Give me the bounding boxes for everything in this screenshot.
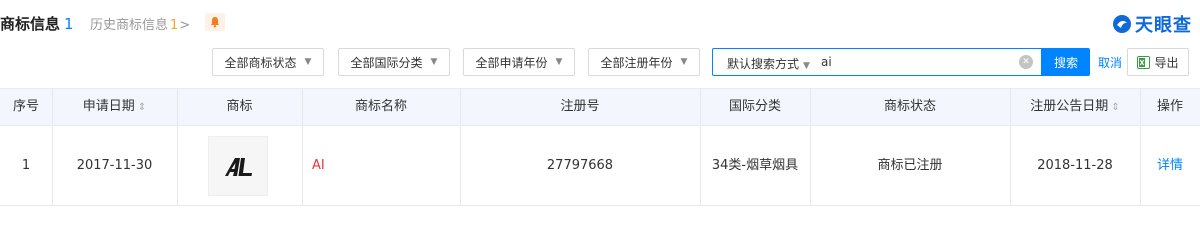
logo-mark-icon <box>1113 15 1131 33</box>
status-filter-dropdown[interactable]: 全部商标状态 ▼ <box>212 48 324 76</box>
history-arrow: > <box>179 18 191 33</box>
col-announce-date-label: 注册公告日期 <box>1030 99 1109 114</box>
logo-text: 天眼查 <box>1135 15 1192 36</box>
sort-icon: ⇕ <box>1111 102 1120 113</box>
col-reg-no: 注册号 <box>560 99 600 114</box>
export-button[interactable]: 导出 <box>1127 48 1189 76</box>
header: 商标信息 1 历史商标信息 1> 天眼查 <box>0 0 1200 44</box>
col-name: 商标名称 <box>354 99 407 114</box>
cell-intl-class: 34类-烟草烟具 <box>711 158 799 173</box>
cell-trademark-name: AI <box>312 158 325 173</box>
trademark-logo <box>225 158 252 176</box>
table-row: 1 2017-11-30 AI 27797668 34类-烟草烟具 商标已注册 … <box>0 126 1200 206</box>
intl-class-filter-label: 全部国际分类 <box>350 55 423 70</box>
intl-class-filter-dropdown[interactable]: 全部国际分类 ▼ <box>338 48 450 76</box>
tianyancha-logo: 天眼查 <box>1112 11 1192 37</box>
search-input[interactable] <box>821 52 1001 72</box>
chevron-down-icon: ▼ <box>680 57 688 67</box>
cell-announce-date: 2018-11-28 <box>1037 158 1113 173</box>
col-trademark: 商标 <box>226 99 253 114</box>
cancel-link[interactable]: 取消 <box>1098 54 1122 71</box>
col-index: 序号 <box>12 99 39 114</box>
search-box: 默认搜索方式▼ ✕ <box>712 48 1042 76</box>
col-intl-class: 国际分类 <box>728 99 781 114</box>
excel-icon <box>1137 55 1151 69</box>
history-count: 1 <box>170 18 179 33</box>
bell-icon[interactable] <box>205 13 225 31</box>
col-action: 操作 <box>1156 99 1183 114</box>
cell-reg-no: 27797668 <box>546 158 614 173</box>
title-text: 商标信息 <box>0 15 61 33</box>
chevron-down-icon: ▼ <box>803 61 810 71</box>
export-label: 导出 <box>1154 55 1179 70</box>
cell-index: 1 <box>21 158 31 173</box>
register-year-filter-dropdown[interactable]: 全部注册年份 ▼ <box>588 48 700 76</box>
status-filter-label: 全部商标状态 <box>224 55 297 70</box>
history-label: 历史商标信息 <box>90 18 169 33</box>
col-announce-date[interactable]: 注册公告日期 ⇕ <box>1010 89 1140 125</box>
cell-apply-date: 2017-11-30 <box>76 158 153 173</box>
title-count: 1 <box>64 15 74 33</box>
chevron-down-icon: ▼ <box>555 57 563 67</box>
search-mode-dropdown[interactable]: 默认搜索方式 ▼ <box>727 55 810 72</box>
chevron-down-icon: ▼ <box>430 57 438 67</box>
filter-bar: 全部商标状态 ▼ 全部国际分类 ▼ 全部申请年份 ▼ 全部注册年份 ▼ 默认搜索方式 ▼ … <box>0 48 1200 76</box>
table-header: 序号 申请日期 ⇕ 商标 商标名称 注册号 国际分类 商标状态 注册公告日期 ⇕ 操… <box>0 88 1200 126</box>
col-apply-date-label: 申请日期 <box>82 99 135 114</box>
history-trademark-link[interactable]: 历史商标信息 1> <box>90 14 190 33</box>
apply-year-filter-dropdown[interactable]: 全部申请年份 ▼ <box>463 48 575 76</box>
chevron-down-icon: ▼ <box>304 57 312 67</box>
apply-year-filter-label: 全部申请年份 <box>475 55 548 70</box>
detail-link[interactable]: 详情 <box>1140 126 1200 206</box>
col-apply-date[interactable]: 申请日期 ⇕ <box>52 89 177 125</box>
clear-icon[interactable]: ✕ <box>1019 55 1033 69</box>
search-button[interactable]: 搜索 <box>1042 48 1090 76</box>
register-year-filter-label: 全部注册年份 <box>600 55 673 70</box>
search-mode-label: 默认搜索方式 <box>727 57 800 71</box>
page-title: 商标信息 1 <box>0 13 74 34</box>
col-status: 商标状态 <box>883 99 936 114</box>
cell-status: 商标已注册 <box>877 158 943 173</box>
sort-icon: ⇕ <box>137 102 147 113</box>
trademark-image[interactable] <box>208 136 268 196</box>
